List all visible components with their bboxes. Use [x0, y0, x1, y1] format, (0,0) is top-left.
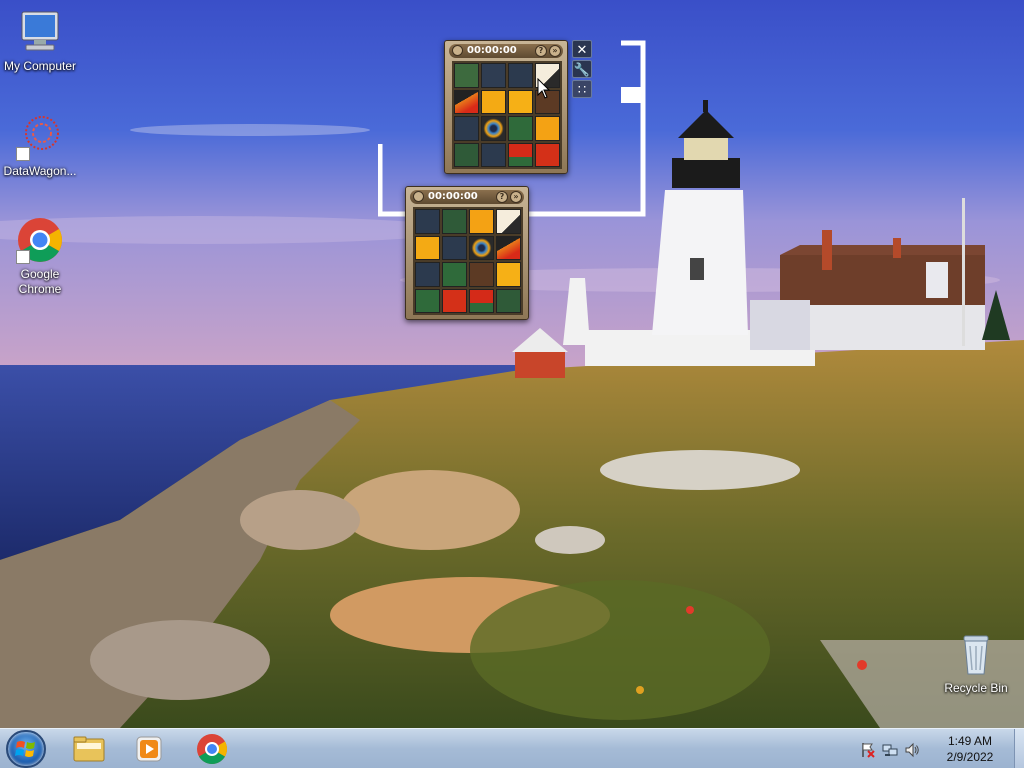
puzzle-tile[interactable] [481, 142, 506, 167]
puzzle-gadget-small[interactable]: 00:00:00 ? » [405, 186, 529, 320]
puzzle-tile[interactable] [454, 63, 479, 88]
gadget-timer-bar: 00:00:00 ? » [410, 190, 524, 204]
action-center-flag-icon[interactable] [860, 742, 876, 758]
puzzle-gadget-large[interactable]: 00:00:00 ? » [444, 40, 568, 174]
puzzle-tile[interactable] [442, 262, 467, 287]
puzzle-tile[interactable] [481, 89, 506, 114]
gadget-settings-button[interactable]: 🔧 [572, 60, 592, 78]
taskbar-item-windows-explorer[interactable] [66, 732, 110, 766]
volume-icon[interactable] [904, 742, 920, 758]
clock-date: 2/9/2022 [946, 750, 994, 764]
clock-time: 1:49 AM [947, 734, 993, 748]
puzzle-tile[interactable] [508, 116, 533, 141]
puzzle-tile[interactable] [508, 142, 533, 167]
show-desktop-button[interactable] [1014, 729, 1024, 768]
media-player-icon [136, 736, 162, 762]
options-button[interactable]: » [549, 45, 561, 57]
desktop-icon-label: Recycle Bin [944, 681, 1008, 695]
puzzle-tile[interactable] [469, 209, 494, 234]
puzzle-tile[interactable] [508, 63, 533, 88]
desktop-icon-label: DataWagon... [3, 164, 77, 178]
clock-icon [452, 45, 463, 56]
puzzle-tile[interactable] [535, 142, 560, 167]
start-button[interactable] [6, 730, 46, 768]
network-icon[interactable] [882, 742, 898, 758]
options-button[interactable]: » [510, 191, 522, 203]
desktop-icon-my-computer[interactable]: My Computer [0, 8, 80, 74]
windows-logo-icon [15, 741, 35, 757]
help-button[interactable]: ? [535, 45, 547, 57]
system-tray: 1:49 AM 2/9/2022 [854, 729, 1014, 768]
puzzle-grid[interactable] [413, 207, 523, 315]
puzzle-tile[interactable] [469, 235, 494, 260]
puzzle-tile[interactable] [454, 89, 479, 114]
taskbar: 1:49 AM 2/9/2022 [0, 728, 1024, 768]
puzzle-tile[interactable] [415, 288, 440, 313]
desktop-icon-label: My Computer [3, 59, 77, 73]
puzzle-tile[interactable] [415, 209, 440, 234]
clock-icon [413, 191, 424, 202]
puzzle-tile[interactable] [496, 235, 521, 260]
shortcut-arrow-icon [16, 147, 30, 161]
puzzle-tile[interactable] [442, 209, 467, 234]
puzzle-tile[interactable] [496, 262, 521, 287]
desktop-icon-datawagon[interactable]: DataWagon... [0, 113, 80, 179]
puzzle-tile[interactable] [508, 89, 533, 114]
recycle-bin-icon [952, 630, 1000, 678]
gadget-timer: 00:00:00 [467, 45, 517, 56]
shortcut-arrow-icon [16, 250, 30, 264]
taskbar-item-google-chrome[interactable] [190, 732, 234, 766]
puzzle-tile[interactable] [415, 262, 440, 287]
desktop-icon-label: Google Chrome [18, 267, 62, 296]
puzzle-tile[interactable] [442, 288, 467, 313]
puzzle-tile[interactable] [481, 63, 506, 88]
close-gadget-button[interactable]: ✕ [572, 40, 592, 58]
puzzle-tile[interactable] [469, 262, 494, 287]
folder-icon [73, 736, 105, 762]
puzzle-tile[interactable] [442, 235, 467, 260]
gadget-toolbar: ✕ 🔧 ∷ [572, 40, 592, 100]
puzzle-tile[interactable] [496, 288, 521, 313]
drag-gadget-handle[interactable]: ∷ [572, 80, 592, 98]
chrome-icon [197, 734, 228, 765]
taskbar-clock[interactable]: 1:49 AM 2/9/2022 [940, 733, 1000, 765]
puzzle-tile[interactable] [535, 116, 560, 141]
gadget-timer-bar: 00:00:00 ? » [449, 44, 563, 58]
help-button[interactable]: ? [496, 191, 508, 203]
puzzle-tile[interactable] [454, 116, 479, 141]
puzzle-tile[interactable] [481, 116, 506, 141]
taskbar-item-windows-media-player[interactable] [128, 732, 172, 766]
computer-icon [16, 8, 64, 56]
chrome-icon [16, 216, 64, 264]
puzzle-tile[interactable] [469, 288, 494, 313]
puzzle-tile[interactable] [496, 209, 521, 234]
gadget-timer: 00:00:00 [428, 191, 478, 202]
puzzle-tile[interactable] [454, 142, 479, 167]
desktop-icon-recycle-bin[interactable]: Recycle Bin [936, 630, 1016, 696]
datawagon-icon [16, 113, 64, 161]
mouse-pointer-icon [537, 78, 551, 99]
puzzle-tile[interactable] [415, 235, 440, 260]
desktop-icon-google-chrome[interactable]: Google Chrome [0, 216, 80, 297]
